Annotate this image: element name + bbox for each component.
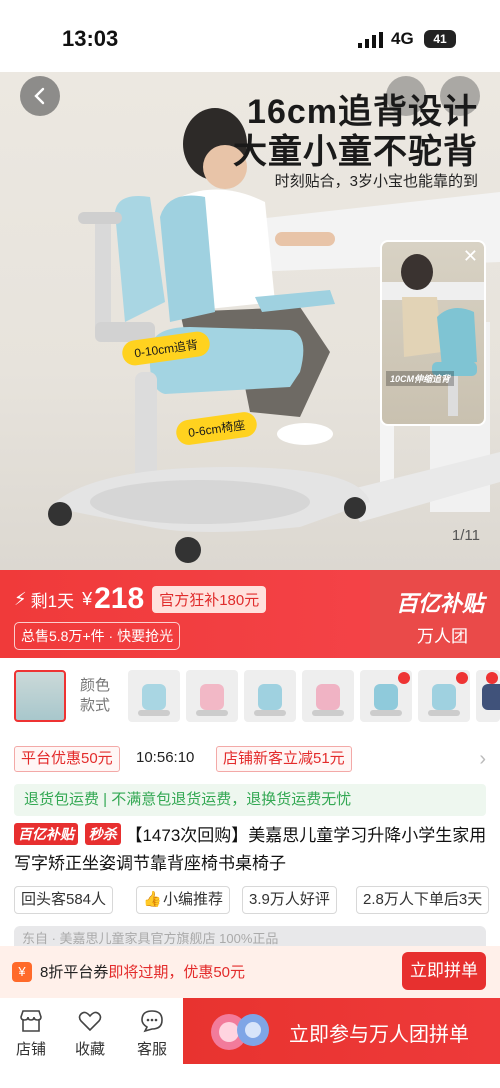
video-preview[interactable]: ✕ 10CM伸缩追背 xyxy=(380,240,486,426)
join-group-cta-button[interactable]: 立即参与万人团拼单 xyxy=(183,998,500,1064)
coupon-reminder-text: 8折平台券即将过期，优惠50元 xyxy=(40,961,245,982)
cta-label: 立即参与万人团拼单 xyxy=(289,1024,469,1046)
coupon-icon: ¥ xyxy=(12,962,32,982)
chair-swatch xyxy=(142,684,166,710)
coupon-reminder-highlight: 即将过期，优惠50元 xyxy=(108,964,246,981)
bottom-action-bar: 店铺 收藏 客服 立即参与万人团拼单 xyxy=(0,998,500,1088)
style-thumb[interactable] xyxy=(302,670,354,722)
store-coupon[interactable]: 店铺新客立减51元 xyxy=(216,746,352,772)
nav-service[interactable]: 客服 xyxy=(127,1008,177,1059)
coupon-reminder-prefix: 8折平台券 xyxy=(40,964,109,981)
network-type: 4G xyxy=(391,29,414,48)
join-group-button[interactable]: 立即拼单 xyxy=(402,952,486,990)
style-thumb[interactable] xyxy=(418,670,470,722)
coupon-countdown: 10:56:10 xyxy=(136,749,195,766)
repeat-customers-tag: 回头客584人 xyxy=(14,886,114,914)
nav-store-label: 店铺 xyxy=(15,1041,46,1058)
chat-icon xyxy=(141,1010,163,1033)
flash-sale-tag: 秒杀 xyxy=(84,823,121,845)
style-thumb[interactable] xyxy=(244,670,296,722)
style-thumb[interactable] xyxy=(128,670,180,722)
brand-logo: 百亿补贴 xyxy=(395,591,484,616)
group-label: 万人团 xyxy=(417,627,468,646)
battery-icon: 41 xyxy=(424,30,456,48)
product-title-block: 百亿补贴 秒杀 【1473次回购】美嘉思儿童学习升降小学生家用写字矫正坐姿调节靠… xyxy=(14,822,490,878)
service-guarantee[interactable]: 退货包运费 | 不满意包退货运费，退换货运费无忧 xyxy=(14,784,486,816)
nav-store[interactable]: 店铺 xyxy=(6,1008,56,1059)
style-thumb[interactable] xyxy=(186,670,238,722)
heart-icon xyxy=(78,1011,102,1032)
chair-base xyxy=(312,710,344,716)
gallery-page-indicator: 1/11 xyxy=(451,527,480,544)
nav-favorite[interactable]: 收藏 xyxy=(65,1008,115,1059)
hot-badge-icon xyxy=(398,672,410,684)
status-time: 13:03 xyxy=(62,26,119,51)
orders-tag: 2.8万人下单后3天 xyxy=(356,886,490,914)
brand-tag: 百亿补贴 xyxy=(14,823,78,845)
time-remaining: 剩1天 xyxy=(30,591,75,611)
chair-swatch xyxy=(432,684,456,710)
thumbs-up-icon: 👍 xyxy=(143,891,162,908)
video-caption: 10CM伸缩追背 xyxy=(386,371,455,386)
chair-swatch xyxy=(200,684,224,710)
platform-coupon[interactable]: 平台优惠50元 xyxy=(14,746,120,772)
chair-swatch xyxy=(374,684,398,710)
editor-pick-tag: 👍 小编推荐 xyxy=(136,886,231,914)
chair-swatch xyxy=(316,684,340,710)
chevron-right-icon[interactable]: › xyxy=(479,748,486,771)
selected-style-thumb[interactable] xyxy=(14,670,66,722)
chair-swatch xyxy=(258,684,282,710)
back-button[interactable] xyxy=(20,76,60,116)
price-line: ⚡ 剩1天 ¥ 218 官方狂补180元 xyxy=(14,582,267,616)
chair-base xyxy=(196,710,228,716)
coupon-row[interactable]: 平台优惠50元 10:56:10 店铺新客立减51元 › xyxy=(0,740,500,780)
chair-base xyxy=(138,710,170,716)
close-icon[interactable]: ✕ xyxy=(463,246,478,267)
style-thumb[interactable] xyxy=(360,670,412,722)
subsidy-badge: 官方狂补180元 xyxy=(152,585,267,613)
price-value: 218 xyxy=(94,582,145,615)
price-banner: ⚡ 剩1天 ¥ 218 官方狂补180元 总售5.8万+件 · 快要抢光 百亿补… xyxy=(0,570,500,658)
hot-badge-icon xyxy=(486,672,498,684)
sales-count: 总售5.8万+件 · 快要抢光 xyxy=(14,622,181,650)
signal-icon xyxy=(358,32,383,48)
video-preview-image xyxy=(382,254,484,416)
editor-pick-label: 小编推荐 xyxy=(163,891,224,908)
product-gallery[interactable]: 16cm追背设计 大童小童不驼背 时刻贴合，3岁小宝也能靠的到 0-10cm追背… xyxy=(0,72,500,570)
nav-favorite-label: 收藏 xyxy=(74,1041,105,1058)
hero-headline-2: 大童小童不驼背 xyxy=(233,133,478,171)
store-icon xyxy=(20,1010,42,1032)
reviews-tag: 3.9万人好评 xyxy=(242,886,337,914)
style-label: 颜色款式 xyxy=(80,677,111,714)
style-selector[interactable]: 颜色款式 xyxy=(0,658,500,738)
style-thumb[interactable] xyxy=(476,670,500,722)
chair-swatch xyxy=(482,684,500,710)
status-bar: 13:03 4G 41 xyxy=(0,0,500,72)
coupon-reminder-bar: ¥ 8折平台券即将过期，优惠50元 立即拼单 xyxy=(0,946,500,998)
chevron-left-icon xyxy=(34,87,45,105)
brand-panel: 百亿补贴 万人团 xyxy=(370,570,500,658)
hero-subtitle: 时刻贴合，3岁小宝也能靠的到 xyxy=(274,173,478,190)
hot-badge-icon xyxy=(456,672,468,684)
chair-base xyxy=(428,710,460,716)
currency-symbol: ¥ xyxy=(82,588,93,609)
chair-base xyxy=(254,710,286,716)
stats-row: 回头客584人 👍 小编推荐 3.9万人好评 2.8万人下单后3天 xyxy=(14,886,500,916)
lightning-icon: ⚡ xyxy=(14,588,27,609)
coins-icon xyxy=(211,1014,269,1050)
chair-base xyxy=(370,710,402,716)
nav-service-label: 客服 xyxy=(136,1041,167,1058)
